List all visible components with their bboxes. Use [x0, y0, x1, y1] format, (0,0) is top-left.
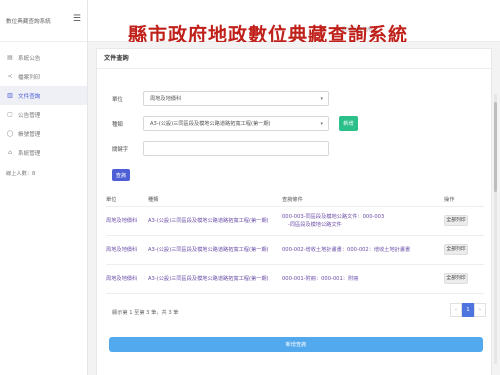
row-action-cell: 全部列印: [444, 206, 484, 236]
pagination-info: 顯示第 1 至第 3 筆，共 3 筆: [112, 310, 179, 316]
table-row: 周地及地價科 A3-(公設)三同區段及模地公路道路拓寬工程(第一期) 000-0…: [106, 206, 484, 236]
sidebar-item-label: 檔案列印: [18, 74, 41, 81]
settings-icon: ⌂: [8, 149, 12, 156]
unit-select-value: 周地及地價科: [150, 96, 182, 102]
add-type-button[interactable]: 新增: [339, 116, 358, 131]
sidebar-item-system-management[interactable]: ⌂ 系統管理: [0, 143, 87, 162]
type-select-value: A3-(公設)三同區段及模地公路道路拓寬工程(第一期): [150, 121, 271, 127]
results-table: 單位 種類 查詢條件 操作 周地及地價科 A3-(公設)三同區段及模地公路道路拓…: [106, 193, 484, 294]
unit-select[interactable]: 周地及地價科 ▾: [143, 91, 329, 106]
share-icon: ≺: [7, 73, 13, 80]
page-button-current[interactable]: 1: [462, 303, 474, 317]
document-query-card: 文件查詢 單位 周地及地價科 ▾ 種類 A3-(公設)三同區段及模地公路道路拓寬…: [96, 48, 492, 375]
pagination: ‹ 1 ›: [450, 303, 486, 317]
scrollbar-thumb[interactable]: [494, 102, 497, 192]
user-icon: ◯: [6, 130, 14, 137]
table-row: 周地及地價科 A3-(公設)三同區段及模地公路道路拓寬工程(第一期) 000-0…: [106, 264, 484, 294]
header-dept: 單位: [106, 193, 148, 207]
sidebar-item-announcements[interactable]: ▤ 系統公告: [0, 48, 87, 67]
row-type: A3-(公設)三同區段及模地公路道路拓寬工程(第一期): [148, 264, 282, 294]
chevron-down-icon: ▾: [320, 121, 323, 127]
unit-row: 單位 周地及地價科 ▾: [112, 91, 329, 106]
brand-title: 數位典藏查詢系統: [6, 18, 51, 25]
sidebar-item-announcement-management[interactable]: ▢ 公告管理: [0, 105, 87, 124]
sidebar-item-account-management[interactable]: ◯ 帳號管理: [0, 124, 87, 143]
print-all-button[interactable]: 全部列印: [444, 273, 468, 284]
sidebar-item-label: 系統公告: [18, 55, 41, 62]
chevron-down-icon: ▾: [320, 96, 323, 102]
hamburger-menu-icon[interactable]: ☰: [73, 15, 81, 24]
print-all-button[interactable]: 全部列印: [444, 215, 468, 226]
sidebar-item-label: 文件查詢: [18, 93, 41, 100]
row-condition: 000-001-附冊：000-001：附冊: [282, 264, 444, 294]
card-title: 文件查詢: [97, 49, 491, 69]
row-type: A3-(公設)三同區段及模地公路道路拓寬工程(第一期): [148, 206, 282, 236]
table-header-row: 單位 種類 查詢條件 操作: [106, 193, 484, 207]
sidebar-nav: ▤ 系統公告 ≺ 檔案列印 ▥ 文件查詢 ▢ 公告管理 ◯ 帳號管理 ⌂ 系統管…: [0, 42, 87, 162]
row-dept: 周地及地價科: [106, 206, 148, 236]
sidebar: 數位典藏查詢系統 ☰ ▤ 系統公告 ≺ 檔案列印 ▥ 文件查詢 ▢ 公告管理 ◯…: [0, 0, 88, 375]
online-count: 線上人數：8: [6, 171, 36, 177]
sidebar-brand: 數位典藏查詢系統 ☰: [0, 0, 87, 42]
header-action: 操作: [444, 193, 484, 207]
row-action-cell: 全部列印: [444, 235, 484, 265]
type-label: 種類: [112, 121, 123, 128]
row-type: A3-(公設)三同區段及模地公路道路拓寬工程(第一期): [148, 235, 282, 265]
row-condition-line: -同區段及模地公路文件: [288, 221, 342, 228]
unit-label: 單位: [112, 96, 123, 103]
prev-page-button[interactable]: ‹: [450, 303, 462, 317]
row-dept: 周地及地價科: [106, 264, 148, 294]
keyword-input[interactable]: [143, 141, 329, 156]
query-button[interactable]: 查詢: [112, 169, 130, 181]
print-all-button[interactable]: 全部列印: [444, 244, 468, 255]
type-select[interactable]: A3-(公設)三同區段及模地公路道路拓寬工程(第一期) ▾: [143, 116, 329, 131]
row-condition-line: 000-001-附冊：000-001：附冊: [282, 275, 359, 282]
row-action-cell: 全部列印: [444, 264, 484, 294]
header-condition: 查詢條件: [282, 193, 444, 207]
keyword-label: 關鍵字: [112, 146, 129, 153]
keyword-row: 關鍵字: [112, 141, 329, 156]
sidebar-item-label: 帳號管理: [18, 131, 41, 138]
document-icon: ▥: [7, 92, 13, 99]
row-condition-line: 000-003-同區段及模地公路文件：000-003: [282, 213, 385, 220]
row-dept: 周地及地價科: [106, 235, 148, 265]
announcement-icon: ▤: [7, 54, 13, 61]
main-content: 文件查詢 單位 周地及地價科 ▾ 種類 A3-(公設)三同區段及模地公路道路拓寬…: [88, 42, 500, 375]
new-query-button[interactable]: 新增查詢: [109, 337, 483, 352]
type-row: 種類 A3-(公設)三同區段及模地公路道路拓寬工程(第一期) ▾ 新增: [112, 116, 358, 131]
file-icon: ▢: [7, 111, 13, 118]
sidebar-item-print[interactable]: ≺ 檔案列印: [0, 67, 87, 86]
sidebar-item-label: 系統管理: [18, 150, 41, 157]
row-condition-line: 000-002-增收土地計畫書：000-002：增收土地計畫書: [282, 246, 411, 253]
row-condition: 000-002-增收土地計畫書：000-002：增收土地計畫書: [282, 235, 444, 265]
header-type: 種類: [148, 193, 282, 207]
table-row: 周地及地價科 A3-(公設)三同區段及模地公路道路拓寬工程(第一期) 000-0…: [106, 235, 484, 265]
sidebar-item-document-query[interactable]: ▥ 文件查詢: [0, 86, 87, 105]
sidebar-item-label: 公告管理: [18, 112, 41, 119]
next-page-button[interactable]: ›: [474, 303, 486, 317]
row-condition: 000-003-同區段及模地公路文件：000-003 -同區段及模地公路文件: [282, 206, 444, 236]
